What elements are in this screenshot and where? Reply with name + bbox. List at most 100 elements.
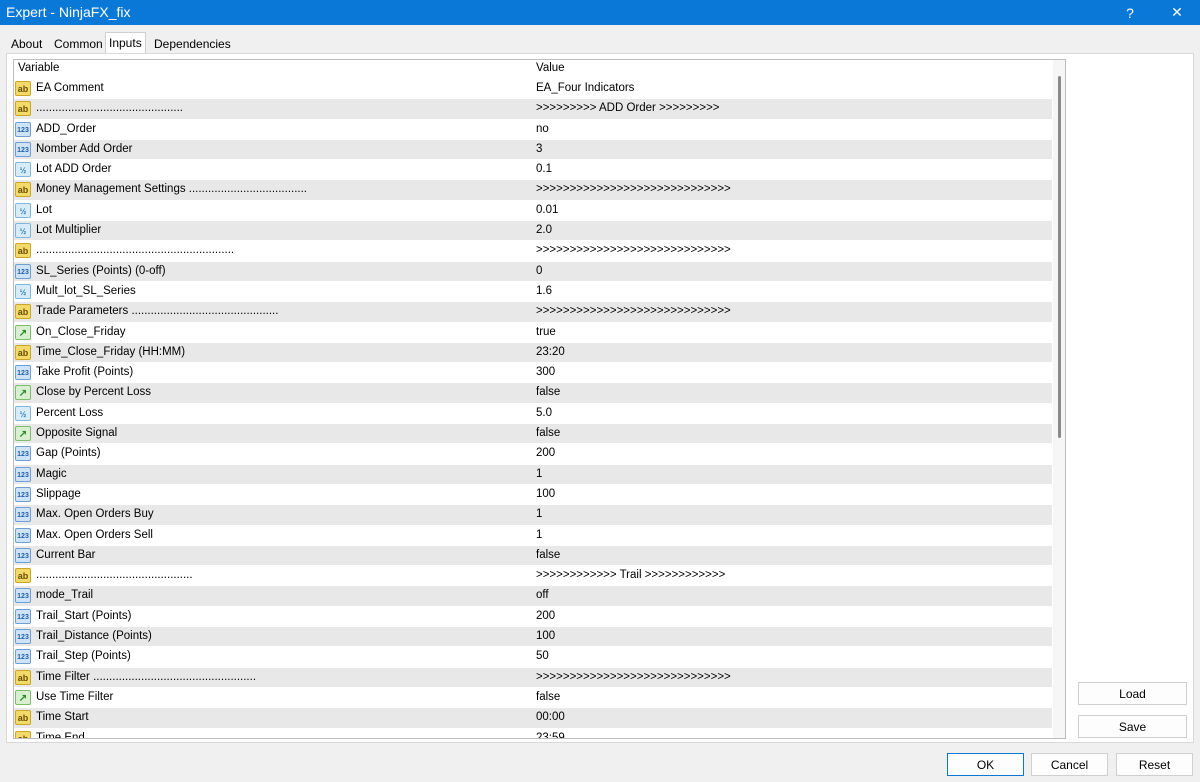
- table-row[interactable]: ab Trade Parameters .....................…: [14, 301, 1052, 322]
- table-row[interactable]: ½ Lot 0.01: [14, 199, 1052, 221]
- string-type-icon: ab: [15, 101, 31, 117]
- variable-value[interactable]: no: [536, 123, 549, 135]
- variable-value[interactable]: 3: [536, 143, 542, 155]
- table-row[interactable]: 123 Take Profit (Points) 300: [14, 362, 1052, 383]
- table-row[interactable]: 123 Trail_Step (Points) 50: [14, 646, 1052, 667]
- save-button[interactable]: Save: [1078, 715, 1187, 738]
- table-row[interactable]: ½ Mult_lot_SL_Series 1.6: [14, 280, 1052, 302]
- reset-button[interactable]: Reset: [1116, 753, 1193, 776]
- string-type-icon: ab: [15, 344, 31, 360]
- variable-value[interactable]: >>>>>>>>>>>>>>>>>>>>>>>>>>>>>: [536, 244, 731, 256]
- variable-value[interactable]: 0.1: [536, 163, 552, 175]
- table-row[interactable]: ab......................................…: [14, 98, 1052, 119]
- variable-value[interactable]: >>>>>>>>> ADD Order >>>>>>>>>: [536, 102, 720, 114]
- variable-value[interactable]: >>>>>>>>>>>>>>>>>>>>>>>>>>>>>: [536, 183, 731, 195]
- table-row[interactable]: 123 SL_Series (Points) (0-off) 0: [14, 260, 1052, 281]
- table-row[interactable]: 123 Max. Open Orders Sell 1: [14, 524, 1052, 545]
- variable-name: Lot: [36, 203, 52, 216]
- vertical-scrollbar[interactable]: [1053, 60, 1065, 738]
- table-row[interactable]: ab Time Start 00:00: [14, 707, 1052, 728]
- double-type-icon: ½: [15, 405, 31, 421]
- variable-name: ........................................…: [36, 569, 193, 582]
- variable-value[interactable]: 50: [536, 650, 549, 662]
- header-variable[interactable]: Variable: [18, 62, 59, 74]
- string-type-icon: ab: [15, 243, 31, 259]
- table-row[interactable]: 123 mode_Trail off: [14, 585, 1052, 606]
- cancel-button[interactable]: Cancel: [1031, 753, 1108, 776]
- variable-value[interactable]: false: [536, 549, 560, 561]
- ok-button[interactable]: OK: [947, 753, 1024, 776]
- table-row[interactable]: ab Time_Close_Friday (HH:MM) 23:20: [14, 341, 1052, 363]
- table-row[interactable]: 123 Max. Open Orders Buy 1: [14, 504, 1052, 525]
- tab-about[interactable]: About: [8, 34, 45, 54]
- table-row[interactable]: 123 Magic 1: [14, 463, 1052, 484]
- tab-dependencies[interactable]: Dependencies: [151, 34, 234, 54]
- header-value[interactable]: Value: [536, 62, 565, 74]
- table-row[interactable]: ab Time Filter ..........................…: [14, 666, 1052, 687]
- variable-value[interactable]: 0.01: [536, 204, 558, 216]
- table-row[interactable]: 123 Slippage 100: [14, 483, 1052, 505]
- variable-value[interactable]: false: [536, 691, 560, 703]
- table-row[interactable]: 123 Trail_Distance (Points) 100: [14, 626, 1052, 647]
- variable-value[interactable]: false: [536, 386, 560, 398]
- variable-name: Slippage: [36, 487, 81, 500]
- table-row[interactable]: ↗ On_Close_Friday true: [14, 321, 1052, 342]
- close-button[interactable]: ✕: [1154, 0, 1200, 25]
- table-row[interactable]: ↗ Close by Percent Loss false: [14, 382, 1052, 403]
- table-row[interactable]: 123 ADD_Order no: [14, 118, 1052, 139]
- table-row[interactable]: 123 Current Bar false: [14, 544, 1052, 566]
- table-row[interactable]: ↗ Use Time Filter false: [14, 686, 1052, 708]
- boolean-type-icon: ↗: [15, 324, 31, 340]
- variable-value[interactable]: >>>>>>>>>>>> Trail >>>>>>>>>>>>: [536, 569, 725, 581]
- table-row[interactable]: ½ Percent Loss 5.0: [14, 402, 1052, 424]
- variable-value[interactable]: false: [536, 427, 560, 439]
- variable-name: SL_Series (Points) (0-off): [36, 264, 166, 277]
- variable-value[interactable]: 23:20: [536, 346, 565, 358]
- variable-value[interactable]: 00:00: [536, 711, 565, 723]
- table-row[interactable]: ab Money Management Settings ............…: [14, 179, 1052, 200]
- tab-common[interactable]: Common: [51, 34, 106, 54]
- table-row[interactable]: ab Time End 23:59: [14, 727, 1052, 739]
- variable-name: ........................................…: [36, 102, 183, 115]
- integer-type-icon: 123: [15, 466, 31, 482]
- variable-value[interactable]: >>>>>>>>>>>>>>>>>>>>>>>>>>>>>: [536, 671, 731, 683]
- help-button[interactable]: ?: [1107, 0, 1153, 25]
- double-type-icon: ½: [15, 223, 31, 239]
- variable-name: Trail_Step (Points): [36, 650, 131, 663]
- variable-value[interactable]: 100: [536, 630, 555, 642]
- variable-value[interactable]: true: [536, 326, 556, 338]
- variable-value[interactable]: 1: [536, 508, 542, 520]
- inputs-grid: Variable Value ab EA Comment EA_Four Indic…: [13, 59, 1066, 739]
- scrollbar-thumb[interactable]: [1058, 76, 1061, 438]
- variable-value[interactable]: 300: [536, 366, 555, 378]
- grid-header: Variable Value: [14, 60, 1052, 78]
- variable-value[interactable]: >>>>>>>>>>>>>>>>>>>>>>>>>>>>>: [536, 305, 731, 317]
- variable-value[interactable]: EA_Four Indicators: [536, 82, 634, 94]
- table-row[interactable]: 123 Gap (Points) 200: [14, 443, 1052, 464]
- table-row[interactable]: ½ Lot ADD Order 0.1: [14, 159, 1052, 180]
- variable-value[interactable]: 100: [536, 488, 555, 500]
- variable-value[interactable]: 5.0: [536, 407, 552, 419]
- table-row[interactable]: ab......................................…: [14, 240, 1052, 261]
- table-row[interactable]: 123 Trail_Start (Points) 200: [14, 605, 1052, 627]
- variable-value[interactable]: 200: [536, 610, 555, 622]
- variable-value[interactable]: 2.0: [536, 224, 552, 236]
- variable-value[interactable]: 200: [536, 447, 555, 459]
- table-row[interactable]: 123 Nomber Add Order 3: [14, 138, 1052, 160]
- variable-value[interactable]: 0: [536, 265, 542, 277]
- table-row[interactable]: ab......................................…: [14, 565, 1052, 586]
- load-button[interactable]: Load: [1078, 682, 1187, 705]
- double-type-icon: ½: [15, 202, 31, 218]
- table-row[interactable]: ↗ Opposite Signal false: [14, 423, 1052, 444]
- integer-type-icon: 123: [15, 365, 31, 381]
- variable-name: Mult_lot_SL_Series: [36, 284, 136, 297]
- table-row[interactable]: ab EA Comment EA_Four Indicators: [14, 78, 1052, 99]
- variable-value[interactable]: 23:59: [536, 732, 565, 739]
- variable-value[interactable]: 1: [536, 468, 542, 480]
- variable-name: On_Close_Friday: [36, 325, 126, 338]
- variable-value[interactable]: off: [536, 589, 549, 601]
- title-bar: Expert - NinjaFX_fix ? ✕: [0, 0, 1200, 25]
- table-row[interactable]: ½ Lot Multiplier 2.0: [14, 220, 1052, 241]
- variable-value[interactable]: 1: [536, 529, 542, 541]
- variable-value[interactable]: 1.6: [536, 285, 552, 297]
